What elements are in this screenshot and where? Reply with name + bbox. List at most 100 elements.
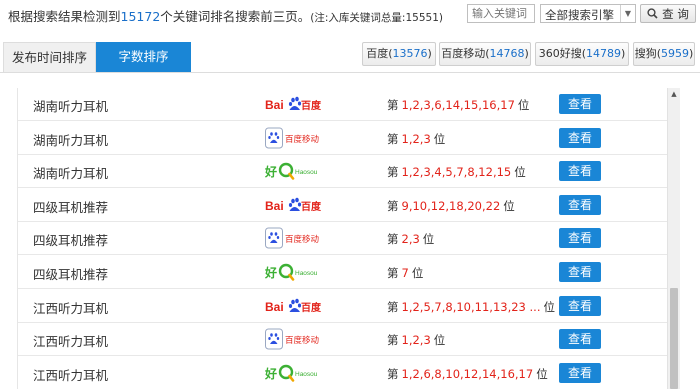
baidu-logo-text: Bai [265, 300, 284, 314]
rank-prefix: 第 [387, 299, 399, 314]
haosou-logo-cn: 好 [265, 265, 277, 280]
keyword-count: 15172 [120, 9, 161, 24]
rank-positions: 1,2,3,4,5,7,8,12,15 [401, 165, 512, 180]
keyword-cell: 四级耳机推荐 [33, 199, 109, 215]
rank-positions: 1,2,3 [401, 333, 431, 348]
baidu-mobile-logo-text: 百度移动 [285, 134, 320, 145]
rank-prefix: 第 [387, 131, 399, 146]
results-table: 湖南听力耳机 Bai 百度 第 1,2,3,6,14,15,16,17 位 查看 湖… [17, 88, 667, 389]
summary-suffix: 个关键词排名搜索前三页。 [160, 9, 311, 24]
rank-suffix: 位 [543, 299, 555, 314]
table-row: 湖南听力耳机 好 Haosou 第 1,2,3,4,5,7,8,12,15 位 查看 [18, 154, 667, 189]
keyword-cell: 湖南听力耳机 [33, 166, 109, 182]
rank-suffix: 位 [411, 266, 424, 280]
haosou-logo-cn: 好 [265, 164, 277, 179]
keyword-cell: 四级耳机推荐 [33, 267, 109, 282]
chevron-down-icon: ▼ [620, 5, 635, 22]
rank-prefix: 第 [387, 232, 399, 247]
baidu-logo-cn: 百度 [301, 301, 322, 314]
haosou-logo: 好 Haosou [264, 364, 318, 382]
query-button[interactable]: 查 询 [640, 4, 696, 23]
engine-select[interactable]: 全部搜索引擎 ▼ [540, 4, 636, 23]
rank-cell: 第 9,10,12,18,20,22 位 [387, 198, 515, 214]
scroll-up-arrow[interactable]: ▲ [668, 88, 680, 100]
rank-suffix: 位 [433, 333, 446, 348]
engine-count: 13576 [392, 47, 428, 60]
baidu-logo-text: Bai [265, 199, 284, 213]
engine-logo-haosou: 好 Haosou [264, 160, 329, 182]
engine-filter-baidu-mobile[interactable]: 百度移动(14768) [439, 42, 531, 66]
tab-publish-time[interactable]: 发布时间排序 [3, 42, 96, 72]
rank-positions: 9,10,12,18,20,22 [401, 198, 501, 213]
view-button[interactable]: 查看 [559, 94, 601, 114]
rank-cell: 第 1,2,3,4,5,7,8,12,15 位 [387, 164, 526, 180]
table-row: 四级耳机推荐 百度移动 第 2,3 位 查看 [18, 221, 667, 256]
rank-suffix: 位 [503, 198, 515, 213]
engine-logo-baidu: Bai 百度 [265, 194, 329, 216]
tab-divider [0, 72, 700, 73]
rank-cell: 第 1,2,3 位 [387, 131, 445, 147]
baidu-logo-cn: 百度 [301, 200, 322, 213]
rank-cell: 第 1,2,6,8,10,12,14,16,17 位 [387, 366, 548, 382]
rank-positions: 1,2,3 [401, 131, 431, 146]
table-row: 江西听力耳机 好 Haosou 第 1,2,6,8,10,12,14,16,17 位… [18, 356, 667, 389]
scrollbar-thumb[interactable] [670, 288, 678, 389]
rank-cell: 第 1,2,3 位 [387, 332, 445, 348]
table-row: 江西听力耳机 Bai 百度 第 1,2,5,7,8,10,11,13,23 ...… [18, 289, 667, 323]
rank-positions: 2,3 [401, 232, 420, 247]
view-button[interactable]: 查看 [559, 194, 601, 215]
baidu-mobile-logo: 百度移动 [265, 328, 320, 350]
view-button[interactable]: 查看 [559, 295, 601, 316]
rank-prefix: 第 [387, 198, 399, 213]
keyword-search-input[interactable] [467, 4, 535, 23]
table-row: 湖南听力耳机 百度移动 第 1,2,3 位 查看 [18, 121, 667, 155]
engine-name: 搜狗 [634, 47, 657, 60]
baidu-paw-logo: Bai 百度 [265, 298, 322, 314]
baidu-paw-logo: Bai 百度 [265, 197, 322, 213]
engine-filter-sogou[interactable]: 搜狗(5959) [633, 42, 695, 66]
view-button[interactable]: 查看 [559, 262, 601, 282]
engine-filter-baidu[interactable]: 百度(13576) [362, 42, 436, 66]
baidu-mobile-logo-text: 百度移动 [285, 234, 320, 245]
scrollbar[interactable]: ▲ [667, 88, 680, 389]
view-button[interactable]: 查看 [559, 362, 601, 383]
view-button[interactable]: 查看 [559, 161, 601, 182]
top-bar: 根据搜索结果检测到15172个关键词排名搜索前三页。(注:入库关键词总量:155… [0, 0, 700, 28]
rank-suffix: 位 [433, 131, 446, 146]
engine-name: 360好搜 [538, 47, 582, 60]
baidu-paw-logo: Bai 百度 [265, 96, 322, 112]
haosou-logo-en: Haosou [295, 371, 318, 378]
tab-word-count[interactable]: 字数排序 [96, 42, 191, 72]
baidu-mobile-logo: 百度移动 [265, 127, 320, 149]
view-button[interactable]: 查看 [559, 329, 601, 350]
summary-prefix: 根据搜索结果检测到 [8, 9, 121, 24]
rank-cell: 第7位 [387, 265, 423, 281]
table-row: 湖南听力耳机 Bai 百度 第 1,2,3,6,14,15,16,17 位 查看 [18, 88, 667, 121]
haosou-logo-en: Haosou [295, 169, 318, 176]
keyword-cell: 湖南听力耳机 [33, 132, 109, 148]
rank-positions: 1,2,6,8,10,12,14,16,17 [401, 366, 534, 381]
rank-suffix: 位 [517, 98, 530, 112]
view-button[interactable]: 查看 [559, 228, 601, 249]
rank-suffix: 位 [514, 165, 526, 180]
engine-logo-baidu-mobile: 百度移动 [265, 127, 329, 149]
haosou-logo: 好 Haosou [264, 162, 318, 180]
engine-count: 5959 [661, 47, 689, 60]
keyword-cell: 湖南听力耳机 [33, 99, 109, 114]
engine-name: 百度移动 [441, 47, 486, 60]
rank-prefix: 第 [387, 366, 399, 381]
rank-cell: 第 1,2,5,7,8,10,11,13,23 ... 位 [387, 299, 555, 315]
tab-label: 发布时间排序 [11, 50, 87, 65]
baidu-mobile-logo-text: 百度移动 [285, 335, 320, 346]
engine-count: 14789 [586, 47, 621, 60]
view-button[interactable]: 查看 [559, 127, 601, 148]
rank-suffix: 位 [422, 232, 435, 247]
tab-label: 字数排序 [118, 49, 169, 64]
engine-logo-haosou: 好 Haosou [264, 362, 329, 384]
rank-prefix: 第 [387, 98, 399, 112]
engine-logo-baidu: Bai 百度 [265, 93, 329, 115]
haosou-logo-cn: 好 [265, 366, 277, 381]
engine-filter-360[interactable]: 360好搜(14789) [535, 42, 629, 66]
engine-name: 百度 [366, 47, 389, 60]
keyword-cell: 江西听力耳机 [33, 367, 109, 383]
